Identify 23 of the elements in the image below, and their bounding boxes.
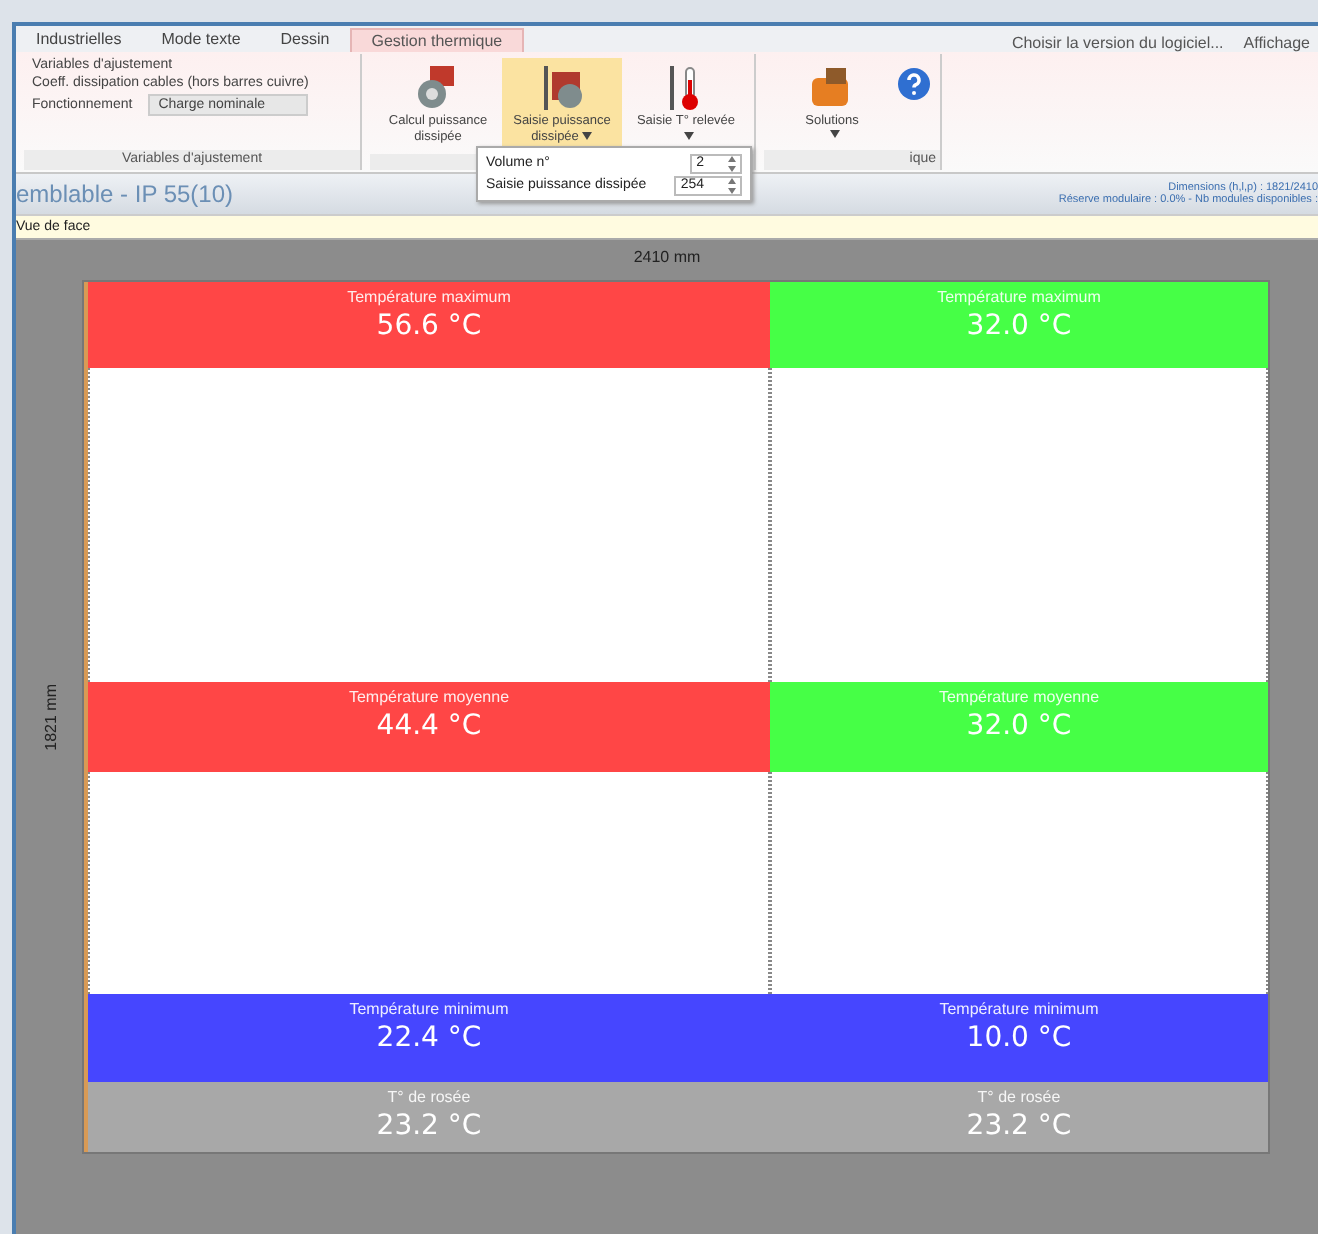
temperature-band: Température moyenne 32.0 °C [770,682,1268,772]
dimension-label: 1821 mm [41,683,59,751]
menu-link[interactable]: Choisir la version du logiciel... [1011,34,1224,52]
dimension-label: 2410 mm [631,246,703,270]
caret-icon [683,132,693,140]
temperature-band: Température moyenne 44.4 °C [88,682,770,772]
spinner-arrows-icon [728,155,736,171]
menu-link[interactable]: Affichage [1243,34,1310,52]
caret-icon [829,130,839,138]
temperature-band: Température minimum 10.0 °C [770,994,1268,1082]
help-icon[interactable] [896,66,932,102]
temperature-band: Température minimum 22.4 °C [88,994,770,1082]
ribbon-tab[interactable]: Gestion thermique [349,28,525,52]
temperature-band: Température maximum 56.6 °C [88,282,770,368]
temperature-band: T° de rosée 23.2 °C [770,1082,1268,1152]
spinner-arrows-icon [728,177,736,193]
caret-icon [582,132,593,140]
ribbon-tab[interactable]: Mode texte [141,28,261,52]
temperature-band: Température maximum 32.0 °C [770,282,1268,368]
ribbon-tab[interactable]: Dessin [260,28,350,52]
document-title: emblable - IP 55(10) [16,180,234,208]
temperature-band: T° de rosée 23.2 °C [88,1082,770,1152]
ribbon-tab[interactable]: Industrielles [16,28,142,52]
